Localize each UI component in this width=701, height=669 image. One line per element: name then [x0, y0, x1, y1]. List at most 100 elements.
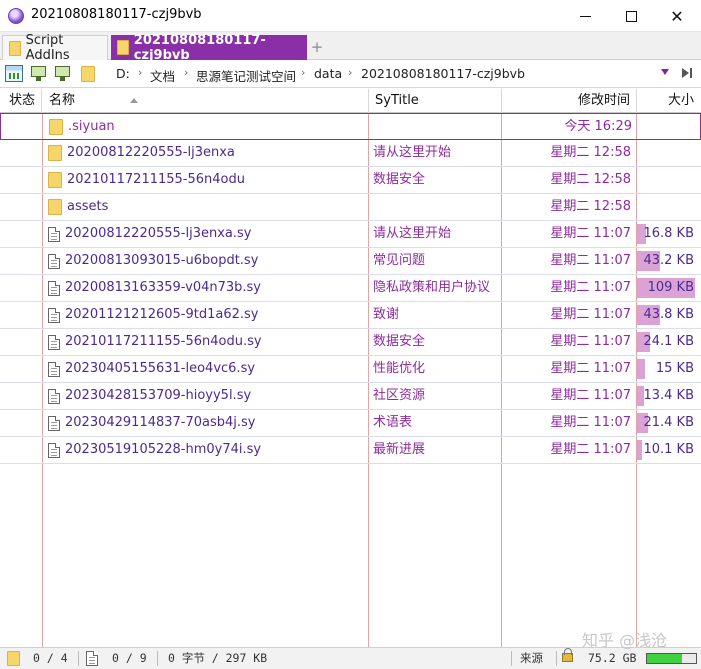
file-name: 20210117211155-56n4odu.sy [65, 334, 262, 349]
file-icon [48, 307, 60, 323]
sytitle-cell: 数据安全 [373, 334, 426, 349]
file-name: 20200812220555-lj3enxa [67, 145, 235, 160]
file-icon [48, 442, 60, 458]
name-cell: 20200812220555-lj3enxa.sy [48, 221, 366, 247]
minimize-button[interactable] [562, 0, 608, 32]
file-icon [48, 226, 60, 242]
file-row[interactable]: 20200813093015-u6bopdt.sy 常见问题 星期二 11:07 43… [0, 248, 701, 275]
size-text: 109 KB [647, 280, 694, 295]
file-icon [48, 280, 60, 296]
file-name: 20210117211155-56n4odu [67, 172, 245, 187]
breadcrumb-separator: › [138, 66, 143, 79]
folder-row[interactable]: 20210117211155-56n4odu 数据安全 星期二 12:58 [0, 167, 701, 194]
file-row[interactable]: 20201121212605-9td1a62.sy 致谢 星期二 11:07 43.8… [0, 302, 701, 329]
watermark: 知乎 @浅沧 [582, 631, 668, 650]
close-button[interactable]: ✕ [654, 0, 700, 32]
name-cell: 20200812220555-lj3enxa [48, 140, 366, 166]
maximize-button[interactable] [608, 0, 654, 32]
size-cell: 16.8 KB [637, 221, 701, 247]
breadcrumb-current[interactable]: 20210808180117-czj9bvb [361, 66, 525, 81]
column-status[interactable]: 状态 [0, 89, 42, 113]
folder-row[interactable]: assets 星期二 12:58 [0, 194, 701, 221]
file-row[interactable]: 20230428153709-hioyy5l.sy 社区资源 星期二 11:07 13… [0, 383, 701, 410]
breadcrumb-drive[interactable]: D: [116, 66, 130, 81]
address-toolbar: D: › 文档 › 思源笔记测试空间 › data › 202108081801… [0, 60, 701, 88]
file-icon [48, 388, 60, 404]
maximize-icon [625, 10, 637, 22]
sytitle-cell: 常见问题 [373, 253, 426, 268]
network-icon[interactable] [54, 65, 72, 82]
modified-time-cell: 星期二 11:07 [550, 415, 631, 430]
file-row[interactable]: 20230429114837-70asb4j.sy 术语表 星期二 11:07 21.… [0, 410, 701, 437]
column-name-label: 名称 [49, 93, 76, 108]
history-dropdown-icon[interactable] [661, 69, 669, 75]
column-header: 状态 名称 SyTitle 修改时间 大小 [0, 89, 701, 113]
file-row[interactable]: 20200813163359-v04n73b.sy 隐私政策和用户协议 星期二 11… [0, 275, 701, 302]
minimize-icon [579, 15, 591, 17]
size-cell [637, 194, 701, 220]
folder-icon [48, 145, 62, 161]
disk-usage-bar [646, 653, 697, 664]
sort-ascending-icon [130, 98, 138, 103]
size-text: 13.4 KB [643, 388, 694, 403]
name-cell: .siyuan [49, 114, 367, 140]
column-name[interactable]: 名称 [42, 89, 369, 113]
size-text: 10.1 KB [643, 442, 694, 457]
modified-time-cell: 星期二 11:07 [550, 361, 631, 376]
file-icon [48, 253, 60, 269]
size-cell [637, 167, 701, 193]
breadcrumb-workspace[interactable]: 思源笔记测试空间 [196, 66, 296, 85]
folder-icon [9, 40, 21, 56]
tab-current-folder[interactable]: 20210808180117-czj9bvb [111, 32, 307, 63]
folder-row[interactable]: .siyuan 今天 16:29 [0, 113, 701, 140]
modified-time-cell: 星期二 11:07 [550, 442, 631, 457]
sytitle-cell: 性能优化 [373, 361, 426, 376]
name-cell: 20230405155631-leo4vc6.sy [48, 356, 366, 382]
file-row[interactable]: 20230519105228-hm0y74i.sy 最新进展 星期二 11:07 10… [0, 437, 701, 464]
name-cell: 20210117211155-56n4odu.sy [48, 329, 366, 355]
sytitle-cell: 术语表 [373, 415, 413, 430]
size-text: 16.8 KB [643, 226, 694, 241]
tab-bar: Script AddIns 20210808180117-czj9bvb + [0, 32, 701, 63]
new-tab-button[interactable]: + [310, 38, 324, 56]
file-name: 20200813093015-u6bopdt.sy [65, 253, 259, 268]
modified-time-cell: 星期二 12:58 [550, 199, 631, 214]
file-name: 20230428153709-hioyy5l.sy [65, 388, 252, 403]
size-cell: 43.8 KB [637, 302, 701, 328]
breadcrumb-separator: › [184, 66, 189, 79]
sytitle-cell: 请从这里开始 [373, 145, 452, 160]
play-bar-icon [690, 68, 692, 78]
folder-icon [48, 172, 62, 188]
file-row[interactable]: 20200812220555-lj3enxa.sy 请从这里开始 星期二 11:07… [0, 221, 701, 248]
file-row[interactable]: 20210117211155-56n4odu.sy 数据安全 星期二 11:07 24… [0, 329, 701, 356]
size-cell: 24.1 KB [637, 329, 701, 355]
breadcrumb-data[interactable]: data [314, 66, 342, 81]
breadcrumb-documents[interactable]: 文档 [150, 66, 175, 85]
file-list[interactable]: .siyuan 今天 16:29 20200812220555-lj3enxa 请从这… [0, 113, 701, 647]
name-cell: assets [48, 194, 366, 220]
column-modified-time[interactable]: 修改时间 [502, 89, 637, 113]
file-name: 20201121212605-9td1a62.sy [65, 307, 259, 322]
play-icon[interactable] [682, 68, 689, 78]
folder-row[interactable]: 20200812220555-lj3enxa 请从这里开始 星期二 12:58 [0, 140, 701, 167]
size-text: 43.2 KB [643, 253, 694, 268]
sytitle-cell [374, 114, 500, 140]
view-mode-icon[interactable] [5, 65, 23, 82]
size-text: 43.8 KB [643, 307, 694, 322]
byte-count: 0 字节 / 297 KB [168, 651, 268, 665]
column-size[interactable]: 大小 [637, 89, 701, 113]
size-cell: 43.2 KB [637, 248, 701, 274]
file-name: 20200813163359-v04n73b.sy [65, 280, 262, 295]
breadcrumb-separator: › [348, 66, 353, 79]
file-icon [48, 334, 60, 350]
tab-label: 20210808180117-czj9bvb [133, 32, 266, 63]
app-icon [8, 8, 24, 24]
file-name: .siyuan [68, 119, 115, 134]
free-space: 75.2 GB [588, 651, 637, 665]
file-row[interactable]: 20230405155631-leo4vc6.sy 性能优化 星期二 11:07 15… [0, 356, 701, 383]
computer-icon[interactable] [30, 65, 48, 82]
tab-script-addins[interactable]: Script AddIns [2, 33, 108, 63]
sytitle-cell [373, 194, 499, 220]
modified-time-cell: 星期二 11:07 [550, 226, 631, 241]
column-sytitle[interactable]: SyTitle [369, 89, 502, 113]
